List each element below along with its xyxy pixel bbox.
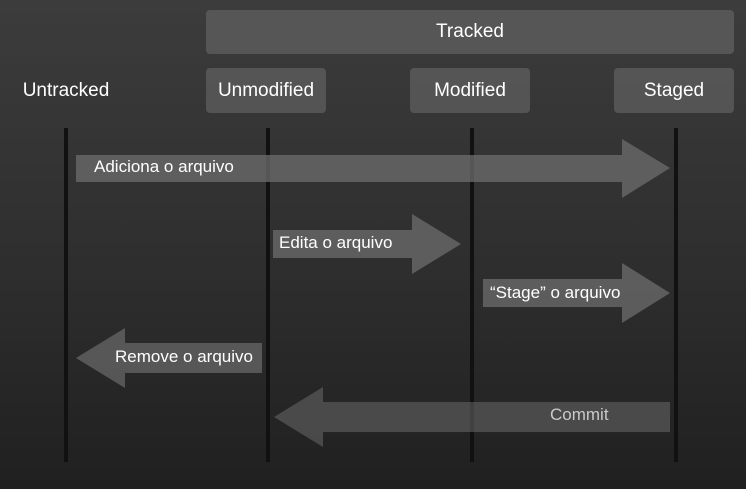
arrow-commit <box>274 387 670 447</box>
transition-label-edita: Edita o arquivo <box>279 233 393 252</box>
transition-label-stage: “Stage” o arquivo <box>490 283 621 302</box>
transition-label-commit: Commit <box>550 405 609 424</box>
transition-label-adiciona: Adiciona o arquivo <box>94 157 234 176</box>
transition-label-remove: Remove o arquivo <box>115 347 253 366</box>
